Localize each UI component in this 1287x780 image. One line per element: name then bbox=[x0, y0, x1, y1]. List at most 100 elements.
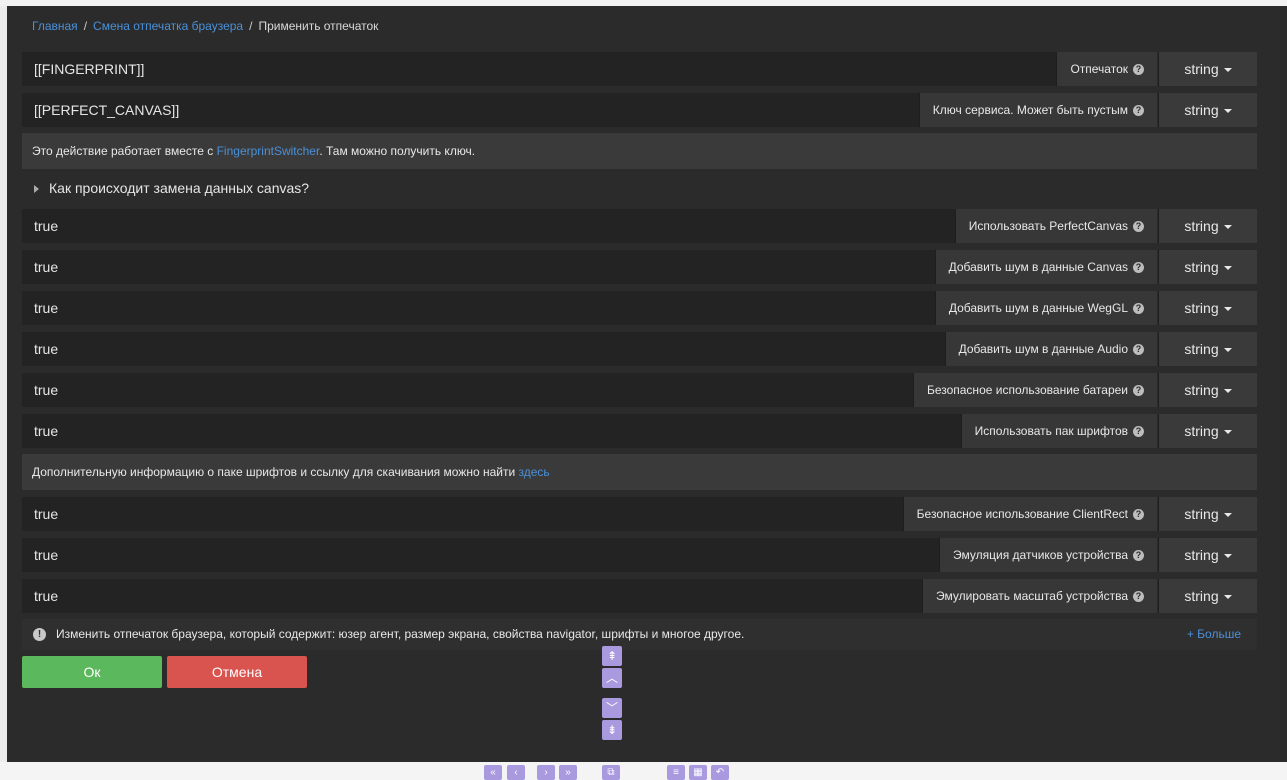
type-dropdown-button[interactable]: string bbox=[1158, 291, 1257, 325]
field-label-text: Использовать PerfectCanvas bbox=[968, 219, 1128, 233]
caret-down-icon bbox=[1223, 389, 1232, 394]
type-dropdown-button[interactable]: string bbox=[1158, 209, 1257, 243]
fingerprintswitcher-link[interactable]: FingerprintSwitcher bbox=[217, 144, 320, 158]
field-label: Добавить шум в данные WegGL? bbox=[934, 291, 1157, 325]
field-row-battery: true Безопасное использование батареи? s… bbox=[22, 373, 1257, 407]
font-pack-link[interactable]: здесь bbox=[519, 465, 550, 479]
type-dropdown-label: string bbox=[1184, 102, 1219, 118]
field-label: Эмулировать масштаб устройства? bbox=[921, 579, 1157, 613]
field-row-canvas-noise: true Добавить шум в данные Canvas? strin… bbox=[22, 250, 1257, 284]
scroll-to-bottom-icon[interactable]: ⇟ bbox=[602, 720, 622, 740]
list-icon[interactable]: ≡ bbox=[667, 765, 685, 780]
fingerprint-input[interactable]: [[FINGERPRINT]] bbox=[22, 52, 1157, 86]
help-icon[interactable]: ? bbox=[1133, 508, 1144, 520]
caret-down-icon bbox=[1223, 348, 1232, 353]
field-label-text: Эмуляция датчиков устройства bbox=[953, 548, 1128, 562]
field-label: Ключ сервиса. Может быть пустым? bbox=[918, 93, 1157, 127]
breadcrumb: Главная / Смена отпечатка браузера / Примени… bbox=[32, 19, 378, 33]
field-row-font-pack: true Использовать пак шрифтов? string bbox=[22, 414, 1257, 448]
help-icon[interactable]: ? bbox=[1133, 63, 1144, 75]
scroll-to-top-icon[interactable]: ⇞ bbox=[602, 646, 622, 666]
caret-down-icon bbox=[1223, 430, 1232, 435]
field-label-text: Добавить шум в данные Canvas bbox=[948, 260, 1128, 274]
help-icon[interactable]: ? bbox=[1133, 220, 1144, 232]
help-icon[interactable]: ? bbox=[1133, 384, 1144, 396]
caret-down-icon bbox=[1223, 109, 1232, 114]
help-icon[interactable]: ? bbox=[1133, 425, 1144, 437]
field-row-clientrect: true Безопасное использование ClientRect… bbox=[22, 497, 1257, 531]
type-dropdown-label: string bbox=[1184, 382, 1219, 398]
field-row-perfectcanvas: true Использовать PerfectCanvas? string bbox=[22, 209, 1257, 243]
type-dropdown-button[interactable]: string bbox=[1158, 93, 1257, 127]
more-link[interactable]: + Больше bbox=[1187, 619, 1241, 650]
field-row-service-key: [[PERFECT_CANVAS]] Ключ сервиса. Может б… bbox=[22, 93, 1257, 127]
field-label: Использовать пак шрифтов? bbox=[960, 414, 1157, 448]
next-page-icon[interactable]: › bbox=[537, 765, 555, 780]
field-label-text: Добавить шум в данные WegGL bbox=[948, 301, 1128, 315]
type-dropdown-button[interactable]: string bbox=[1158, 250, 1257, 284]
type-dropdown-label: string bbox=[1184, 341, 1219, 357]
breadcrumb-parent-link[interactable]: Смена отпечатка браузера bbox=[93, 19, 243, 33]
type-dropdown-button[interactable]: string bbox=[1158, 579, 1257, 613]
caret-down-icon bbox=[1223, 307, 1232, 312]
info-box-fingerprintswitcher: Это действие работает вместе с Fingerpri… bbox=[22, 133, 1257, 169]
copy-icon[interactable]: ⧉ bbox=[602, 765, 620, 780]
caret-down-icon bbox=[1223, 554, 1232, 559]
grid-icon[interactable]: ▦ bbox=[689, 765, 707, 780]
type-dropdown-label: string bbox=[1184, 300, 1219, 316]
field-label: Использовать PerfectCanvas? bbox=[954, 209, 1157, 243]
type-dropdown-label: string bbox=[1184, 423, 1219, 439]
canvas-explanation-toggle[interactable]: Как происходит замена данных canvas? bbox=[34, 180, 309, 196]
type-dropdown-button[interactable]: string bbox=[1158, 497, 1257, 531]
field-label: Эмуляция датчиков устройства? bbox=[939, 538, 1157, 572]
first-page-icon[interactable]: « bbox=[484, 765, 502, 780]
action-description: ! Изменить отпечаток браузера, который со… bbox=[22, 619, 1257, 650]
info-text: Это действие работает вместе с bbox=[32, 144, 217, 158]
type-dropdown-button[interactable]: string bbox=[1158, 373, 1257, 407]
field-label: Отпечаток? bbox=[1056, 52, 1157, 86]
type-dropdown-label: string bbox=[1184, 506, 1219, 522]
field-label-text: Ключ сервиса. Может быть пустым bbox=[932, 103, 1128, 117]
help-icon[interactable]: ? bbox=[1133, 302, 1144, 314]
field-label-text: Отпечаток bbox=[1070, 62, 1128, 76]
info-text: Дополнительную информацию о паке шрифтов… bbox=[32, 465, 519, 479]
type-dropdown-label: string bbox=[1184, 61, 1219, 77]
triangle-right-icon bbox=[34, 185, 39, 194]
type-dropdown-button[interactable]: string bbox=[1158, 538, 1257, 572]
ok-button[interactable]: Ок bbox=[22, 656, 162, 688]
field-label: Безопасное использование ClientRect? bbox=[902, 497, 1157, 531]
help-icon[interactable]: ? bbox=[1133, 549, 1144, 561]
type-dropdown-button[interactable]: string bbox=[1158, 414, 1257, 448]
description-text: Изменить отпечаток браузера, который сод… bbox=[56, 627, 745, 641]
field-label: Добавить шум в данные Audio? bbox=[944, 332, 1157, 366]
field-row-webgl-noise: true Добавить шум в данные WegGL? string bbox=[22, 291, 1257, 325]
type-dropdown-label: string bbox=[1184, 588, 1219, 604]
last-page-icon[interactable]: » bbox=[559, 765, 577, 780]
type-dropdown-button[interactable]: string bbox=[1158, 52, 1257, 86]
prev-page-icon[interactable]: ‹ bbox=[507, 765, 525, 780]
field-label: Добавить шум в данные Canvas? bbox=[934, 250, 1157, 284]
field-row-audio-noise: true Добавить шум в данные Audio? string bbox=[22, 332, 1257, 366]
caret-down-icon bbox=[1223, 595, 1232, 600]
field-label-text: Использовать пак шрифтов bbox=[974, 424, 1128, 438]
undo-icon[interactable]: ↶ bbox=[711, 765, 729, 780]
help-icon[interactable]: ? bbox=[1133, 590, 1144, 602]
breadcrumb-current: Применить отпечаток bbox=[258, 19, 379, 33]
field-label-text: Безопасное использование ClientRect bbox=[916, 507, 1128, 521]
breadcrumb-separator: / bbox=[249, 19, 253, 33]
help-icon[interactable]: ? bbox=[1133, 104, 1144, 116]
field-label-text: Добавить шум в данные Audio bbox=[958, 342, 1128, 356]
breadcrumb-separator: / bbox=[83, 19, 88, 33]
scroll-up-icon[interactable]: ︿ bbox=[602, 668, 622, 688]
help-icon[interactable]: ? bbox=[1133, 261, 1144, 273]
scroll-down-icon[interactable]: ﹀ bbox=[602, 698, 622, 718]
info-box-font-pack: Дополнительную информацию о паке шрифтов… bbox=[22, 454, 1257, 490]
field-row-device-scale: true Эмулировать масштаб устройства? str… bbox=[22, 579, 1257, 613]
help-icon[interactable]: ? bbox=[1133, 343, 1144, 355]
type-dropdown-button[interactable]: string bbox=[1158, 332, 1257, 366]
breadcrumb-home-link[interactable]: Главная bbox=[32, 19, 78, 33]
exclamation-circle-icon: ! bbox=[33, 628, 46, 642]
field-label: Безопасное использование батареи? bbox=[912, 373, 1157, 407]
type-dropdown-label: string bbox=[1184, 547, 1219, 563]
cancel-button[interactable]: Отмена bbox=[167, 656, 307, 688]
